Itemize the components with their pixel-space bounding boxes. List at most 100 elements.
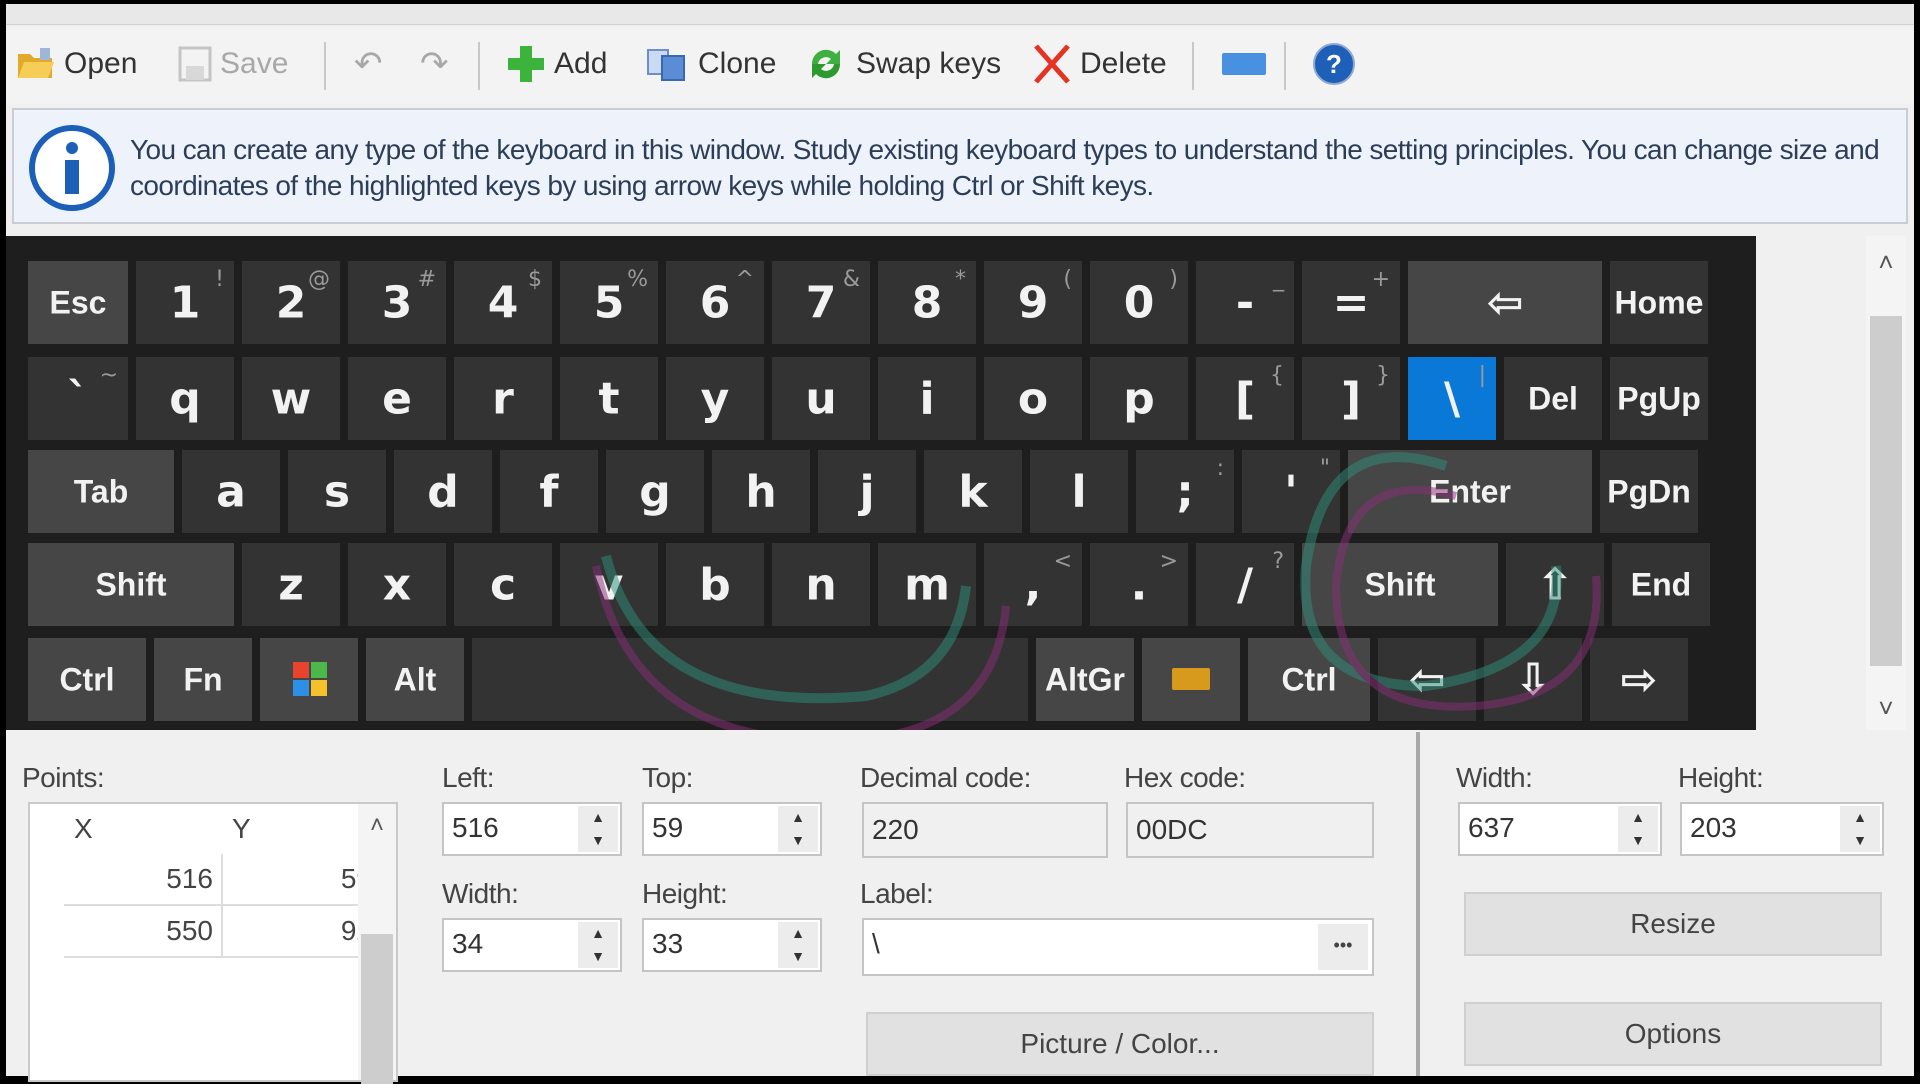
key-end[interactable]: End [1612,543,1710,626]
open-button[interactable]: Open [16,42,137,86]
key-5[interactable]: 5% [560,261,658,344]
hex-code-field[interactable]: 00DC [1126,802,1374,858]
key-alt[interactable]: Alt [366,638,464,721]
key-period[interactable]: . > [1090,543,1188,626]
key-enter[interactable]: Enter [1348,450,1592,533]
key-apostrophe[interactable]: ' " [1242,450,1340,533]
scroll-thumb[interactable] [1870,316,1902,666]
key-menu[interactable] [1142,638,1240,721]
key-backtick[interactable]: ` ~ [28,357,128,440]
key-f[interactable]: f [500,450,598,533]
points-scroll-up-icon[interactable]: ˄ [358,812,396,840]
key-backspace[interactable]: ⇦ [1408,261,1602,344]
add-button[interactable]: Add [506,42,607,86]
key-esc[interactable]: Esc [28,261,128,344]
scroll-up-arrow-icon[interactable]: ˄ [1866,244,1906,280]
key-7[interactable]: 7 & [772,261,870,344]
key-2[interactable]: 2 @ [242,261,340,344]
key-label-input[interactable]: \ ••• [862,918,1374,976]
key-1[interactable]: 1! [136,261,234,344]
key-fn[interactable]: Fn [154,638,252,721]
key-8[interactable]: 8 * [878,261,976,344]
key-q[interactable]: q [136,357,234,440]
key-pgdn[interactable]: PgDn [1600,450,1698,533]
spin-down-icon[interactable]: ▼ [578,829,618,852]
key-9[interactable]: 9( [984,261,1082,344]
key-h[interactable]: h [712,450,810,533]
key-comma[interactable]: , < [984,543,1082,626]
key-shift[interactable]: Shift [1302,543,1498,626]
key-t[interactable]: t [560,357,658,440]
key-slash[interactable]: /? [1196,543,1294,626]
key-v[interactable]: v [560,543,658,626]
spin-up-icon[interactable]: ▲ [578,806,618,829]
key-ctrl[interactable]: Ctrl [1248,638,1370,721]
key-u[interactable]: u [772,357,870,440]
points-list[interactable]: X Y 516 59 550 92 ˄ [28,802,398,1084]
key-down-arrow[interactable]: ⇩ [1484,638,1582,721]
key-right-arrow[interactable]: ⇨ [1590,638,1688,721]
key-minus[interactable]: - _ [1196,261,1294,344]
key-n[interactable]: n [772,543,870,626]
picture-color-button[interactable]: Picture / Color... [866,1012,1374,1076]
spin-up-icon[interactable]: ▲ [778,922,818,945]
key-space[interactable] [472,638,1028,721]
key-tab[interactable]: Tab [28,450,174,533]
key-0[interactable]: 0) [1090,261,1188,344]
key-left-arrow[interactable]: ⇦ [1378,638,1476,721]
spin-down-icon[interactable]: ▼ [778,829,818,852]
points-scroll-thumb[interactable] [361,934,393,1084]
key-e[interactable]: e [348,357,446,440]
clone-button[interactable]: Clone [646,42,776,86]
help-button[interactable]: ? [1312,42,1356,86]
spin-down-icon[interactable]: ▼ [1840,829,1880,852]
keyboard-view-button[interactable] [1222,42,1266,86]
keyboard-vertical-scrollbar[interactable]: ˄ ˅ [1866,236,1906,730]
key-open-bracket[interactable]: [{ [1196,357,1294,440]
key-j[interactable]: j [818,450,916,533]
key-equals[interactable]: = + [1302,261,1400,344]
spin-down-icon[interactable]: ▼ [578,945,618,968]
key-z[interactable]: z [242,543,340,626]
key-g[interactable]: g [606,450,704,533]
left-spinner[interactable]: 516 ▲ ▼ [442,802,622,856]
keyboard-height-spinner[interactable]: 203 ▲ ▼ [1680,802,1884,856]
key-3[interactable]: 3 # [348,261,446,344]
scroll-down-arrow-icon[interactable]: ˅ [1866,690,1906,726]
key-up-arrow[interactable]: ⇧ [1506,543,1604,626]
key-p[interactable]: p [1090,357,1188,440]
redo-button[interactable]: ↷ [420,42,449,86]
key-l[interactable]: l [1030,450,1128,533]
key-pgup[interactable]: PgUp [1610,357,1708,440]
spin-up-icon[interactable]: ▲ [778,806,818,829]
key-6[interactable]: 6 ^ [666,261,764,344]
key-k[interactable]: k [924,450,1022,533]
key-c[interactable]: c [454,543,552,626]
undo-button[interactable]: ↶ [354,42,383,86]
spin-down-icon[interactable]: ▼ [778,945,818,968]
resize-button[interactable]: Resize [1464,892,1882,956]
key-b[interactable]: b [666,543,764,626]
key-windows[interactable] [260,638,358,721]
key-close-bracket[interactable]: ]} [1302,357,1400,440]
keyboard-width-spinner[interactable]: 637 ▲ ▼ [1458,802,1662,856]
key-o[interactable]: o [984,357,1082,440]
save-button[interactable]: Save [178,42,288,86]
key-s[interactable]: s [288,450,386,533]
key-shift[interactable]: Shift [28,543,234,626]
label-ellipsis-button[interactable]: ••• [1318,924,1368,970]
key-4[interactable]: 4 $ [454,261,552,344]
key-backslash[interactable]: \ | [1408,357,1496,440]
spin-up-icon[interactable]: ▲ [1618,806,1658,829]
top-spinner[interactable]: 59 ▲ ▼ [642,802,822,856]
keyboard-canvas[interactable]: Esc 1! 2 @3 #4 $5% 6 ^ 7 & 8 * 9(0) - _ = + ⇦ Home ` ~ q w e r t y… [6,236,1756,730]
key-height-spinner[interactable]: 33 ▲ ▼ [642,918,822,972]
key-semicolon[interactable]: ;: [1136,450,1234,533]
key-ctrl[interactable]: Ctrl [28,638,146,721]
key-home[interactable]: Home [1610,261,1708,344]
spin-up-icon[interactable]: ▲ [1840,806,1880,829]
points-scrollbar[interactable]: ˄ [358,804,396,1084]
points-row[interactable]: 516 59 [64,854,380,906]
spin-up-icon[interactable]: ▲ [578,922,618,945]
key-x[interactable]: x [348,543,446,626]
